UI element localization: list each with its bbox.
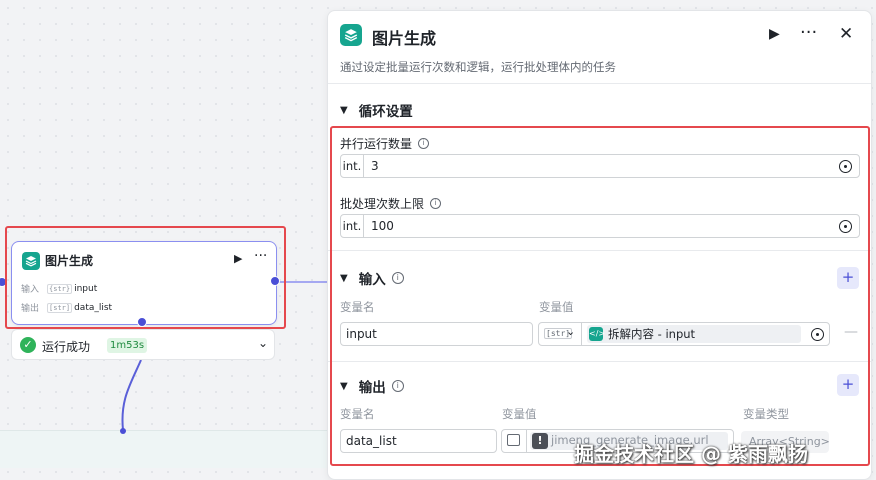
concurrency-type: int.: [341, 155, 364, 177]
run-icon[interactable]: ▶: [769, 26, 780, 42]
layers-icon: [340, 24, 362, 46]
more-icon[interactable]: ···: [800, 22, 817, 43]
output-col-name: 变量名: [340, 407, 375, 421]
info-icon[interactable]: i: [430, 198, 442, 209]
input-section-title: 输入: [358, 272, 386, 288]
chevron-down-icon[interactable]: ⌄: [258, 336, 268, 350]
loop-section-title: 循环设置: [358, 104, 413, 120]
node-title: 图片生成: [45, 254, 94, 268]
output-col-type: 变量类型: [743, 407, 789, 421]
watermark-text: 掘金技术社区 @ 紫雨飘扬: [574, 442, 808, 466]
divider: [328, 83, 871, 84]
node-input-type: {str}: [47, 283, 73, 294]
code-icon: </>: [589, 327, 605, 341]
check-circle-icon: ✓: [20, 337, 36, 353]
panel-description: 通过设定批量运行次数和逻辑，运行批处理体内的任务: [340, 60, 616, 74]
divider: [328, 361, 871, 362]
remove-input-button[interactable]: —: [844, 324, 858, 340]
output-section-title: 输出: [358, 380, 386, 396]
concurrency-label: 并行运行数量: [340, 137, 413, 151]
output-col-value: 变量值: [502, 407, 537, 421]
batch-limit-label: 批处理次数上限: [340, 197, 425, 211]
concurrency-input[interactable]: int. 3: [340, 154, 860, 178]
concurrency-label-row: 并行运行数量 i: [340, 135, 430, 152]
image-icon: [507, 434, 520, 446]
node-settings-panel: 图片生成 ▶ ··· ✕ 通过设定批量运行次数和逻辑，运行批处理体内的任务 ▼ …: [327, 10, 872, 480]
chevron-down-icon[interactable]: ⌄: [566, 325, 575, 338]
run-status-bar[interactable]: ✓ 运行成功 1m53s ⌄: [11, 329, 275, 360]
divider: [526, 430, 527, 452]
node-input-label: 输入: [21, 285, 40, 295]
close-icon[interactable]: ✕: [839, 24, 853, 44]
edge-down: [121, 359, 142, 431]
concurrency-value: 3: [371, 159, 379, 173]
output-var-name-field[interactable]: data_list: [340, 429, 497, 453]
chevron-down-icon: ▼: [340, 380, 348, 392]
divider: [581, 323, 582, 345]
loop-section-header[interactable]: ▼ 循环设置: [340, 100, 413, 120]
variable-ref-icon[interactable]: [839, 220, 852, 233]
node-output-value: data_list: [74, 302, 113, 313]
status-time-badge: 1m53s: [107, 338, 148, 353]
info-icon[interactable]: i: [391, 272, 404, 284]
divider: [328, 250, 871, 251]
batch-limit-input[interactable]: int. 100: [340, 214, 860, 238]
layers-icon: [22, 252, 40, 270]
info-icon[interactable]: i: [418, 138, 430, 149]
add-input-button[interactable]: +: [837, 267, 859, 289]
batch-limit-type: int.: [341, 215, 364, 237]
input-col-name: 变量名: [340, 300, 375, 314]
chevron-down-icon: ▼: [340, 104, 348, 116]
input-ref-text: 拆解内容 - input: [608, 327, 696, 341]
batch-limit-value: 100: [371, 219, 394, 233]
node-output-label: 输出: [21, 304, 40, 314]
status-text: 运行成功: [42, 340, 91, 354]
node-output-row: 输出 [str] data_list: [21, 301, 112, 314]
node-input-value: input: [74, 283, 98, 294]
node-bottom-port[interactable]: [137, 317, 147, 327]
panel-title: 图片生成: [372, 29, 437, 48]
batch-node-card[interactable]: 图片生成 ▶ ··· 输入 {str} input 输出 [str] data_…: [11, 241, 277, 325]
ref-chip[interactable]: </> 拆解内容 - input: [587, 325, 801, 343]
variable-ref-icon[interactable]: [839, 160, 852, 173]
input-var-name-field[interactable]: input: [340, 322, 533, 346]
node-output-type: [str]: [47, 302, 73, 313]
edge-end-dot: [120, 428, 126, 434]
node-input-row: 输入 {str} input: [21, 282, 97, 295]
batch-limit-label-row: 批处理次数上限 i: [340, 195, 442, 212]
input-var-value-field[interactable]: [str] ⌄ </> 拆解内容 - input: [538, 322, 830, 346]
chevron-down-icon: ▼: [340, 272, 348, 284]
output-section-header[interactable]: ▼ 输出 i: [340, 376, 404, 396]
variable-ref-icon[interactable]: [811, 328, 824, 341]
warning-icon: !: [532, 433, 548, 449]
node-more-icon[interactable]: ···: [254, 248, 267, 264]
add-output-button[interactable]: +: [837, 374, 859, 396]
input-col-value: 变量值: [539, 300, 574, 314]
node-right-port[interactable]: [270, 276, 280, 286]
info-icon[interactable]: i: [391, 380, 404, 392]
node-run-icon[interactable]: ▶: [234, 252, 242, 265]
input-section-header[interactable]: ▼ 输入 i: [340, 268, 404, 288]
